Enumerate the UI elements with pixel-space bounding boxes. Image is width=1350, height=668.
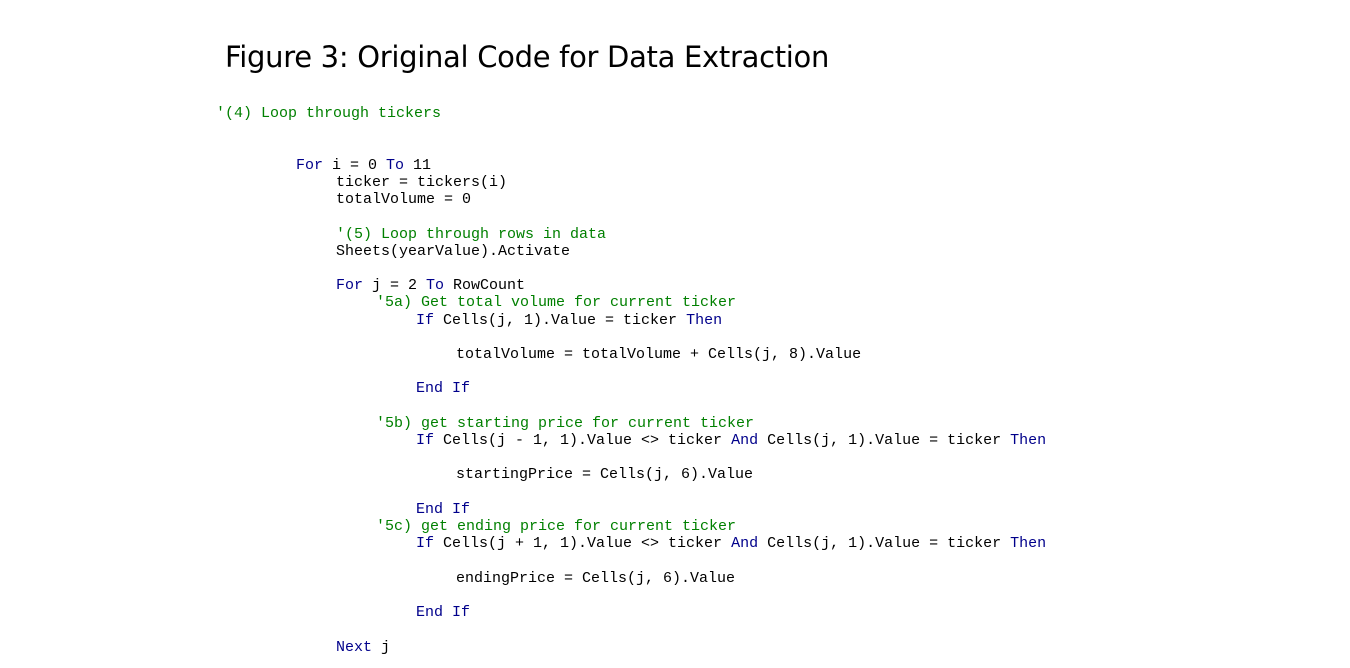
code-keyword: Then <box>1010 432 1047 449</box>
code-text: ticker = tickers(i) <box>336 174 508 191</box>
code-text: Cells(j, 1).Value = ticker <box>758 432 1011 449</box>
code-line: '(4) Loop through tickers <box>216 105 441 122</box>
code-keyword: And <box>731 432 759 449</box>
code-keyword: End If <box>416 604 471 621</box>
code-line: '5c) get ending price for current ticker <box>376 518 736 535</box>
code-block: '(4) Loop through tickers For i = 0 To 11… <box>0 0 1350 668</box>
code-text: totalVolume = totalVolume + Cells(j, 8).… <box>456 346 862 363</box>
code-line: endingPrice = Cells(j, 6).Value <box>456 570 735 587</box>
code-text: Sheets(yearValue).Activate <box>336 243 571 260</box>
code-keyword: To <box>426 277 445 294</box>
code-text: i = 0 <box>323 157 387 174</box>
code-line: If Cells(j, 1).Value = ticker Then <box>416 312 722 329</box>
code-text: Cells(j - 1, 1).Value <> ticker <box>434 432 732 449</box>
code-text: j = 2 <box>363 277 427 294</box>
code-keyword: Next <box>336 639 373 656</box>
code-line: End If <box>416 501 470 518</box>
code-text: totalVolume = 0 <box>336 191 472 208</box>
code-keyword: For <box>296 157 324 174</box>
code-text: Cells(j, 1).Value = ticker <box>758 535 1011 552</box>
code-comment: '(5) Loop through rows in data <box>336 226 607 243</box>
code-text: endingPrice = Cells(j, 6).Value <box>456 570 736 587</box>
code-text: Cells(j, 1).Value = ticker <box>434 312 687 329</box>
code-keyword: Then <box>686 312 723 329</box>
code-keyword: If <box>416 312 435 329</box>
code-line: End If <box>416 604 470 621</box>
code-line: For i = 0 To 11 <box>296 157 431 174</box>
code-line: Sheets(yearValue).Activate <box>336 243 570 260</box>
code-comment: '(4) Loop through tickers <box>216 105 442 122</box>
code-keyword: End If <box>416 380 471 397</box>
code-line: For j = 2 To RowCount <box>336 277 525 294</box>
code-text: RowCount <box>444 277 526 294</box>
code-line: ticker = tickers(i) <box>336 174 507 191</box>
code-keyword: For <box>336 277 364 294</box>
code-text: 11 <box>404 157 432 174</box>
code-keyword: If <box>416 432 435 449</box>
code-line: totalVolume = 0 <box>336 191 471 208</box>
code-line: '5b) get starting price for current tick… <box>376 415 754 432</box>
code-line: '(5) Loop through rows in data <box>336 226 606 243</box>
code-keyword: Then <box>1010 535 1047 552</box>
code-line: If Cells(j - 1, 1).Value <> ticker And C… <box>416 432 1046 449</box>
code-comment: '5b) get starting price for current tick… <box>376 415 755 432</box>
code-line: totalVolume = totalVolume + Cells(j, 8).… <box>456 346 861 363</box>
code-keyword: If <box>416 535 435 552</box>
code-comment: '5c) get ending price for current ticker <box>376 518 737 535</box>
code-keyword: To <box>386 157 405 174</box>
code-line: Next j <box>336 639 390 656</box>
code-keyword: And <box>731 535 759 552</box>
code-line: End If <box>416 380 470 397</box>
code-text: startingPrice = Cells(j, 6).Value <box>456 466 754 483</box>
code-line: If Cells(j + 1, 1).Value <> ticker And C… <box>416 535 1046 552</box>
code-comment: '5a) Get total volume for current ticker <box>376 294 737 311</box>
code-text: Cells(j + 1, 1).Value <> ticker <box>434 535 732 552</box>
code-text: j <box>372 639 391 656</box>
code-keyword: End If <box>416 501 471 518</box>
code-line: '5a) Get total volume for current ticker <box>376 294 736 311</box>
code-line: startingPrice = Cells(j, 6).Value <box>456 466 753 483</box>
